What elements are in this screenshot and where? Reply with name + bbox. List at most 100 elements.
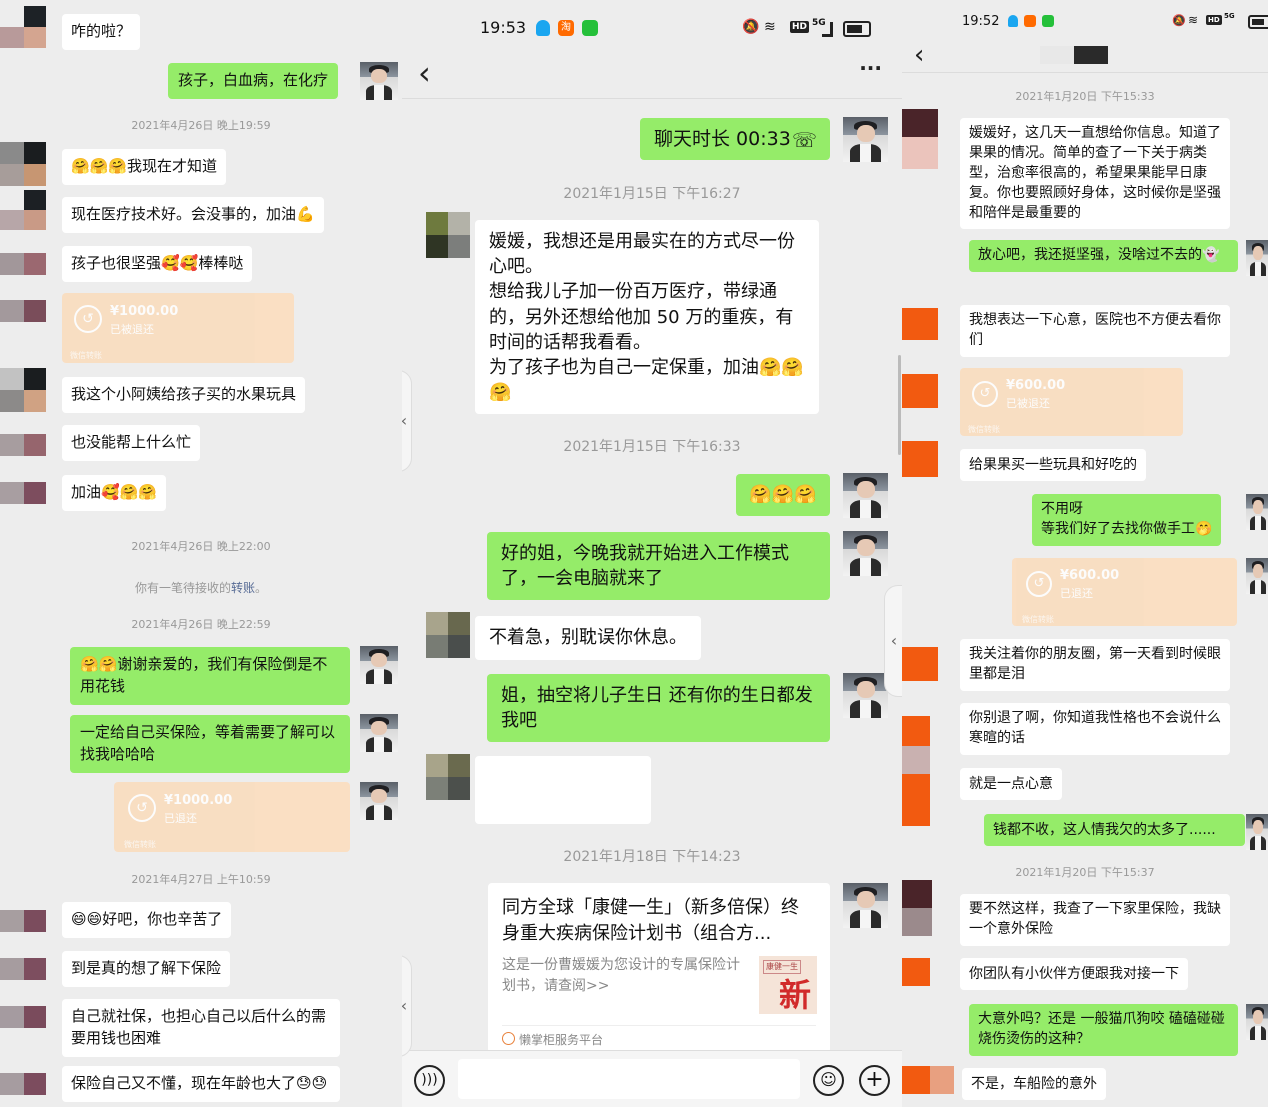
plus-icon[interactable]: + bbox=[859, 1065, 890, 1096]
message-bubble[interactable]: 姐，抽空将儿子生日 还有你的生日都发我吧 bbox=[487, 674, 830, 743]
contact-avatar[interactable] bbox=[902, 1066, 954, 1094]
transfer-card[interactable]: ↺ ¥1000.00 已退还 微信转账 bbox=[114, 782, 350, 852]
qq-icon bbox=[1008, 15, 1018, 27]
message-bubble[interactable]: 就是一点心意 bbox=[960, 768, 1062, 801]
contact-avatar[interactable] bbox=[902, 109, 938, 169]
my-avatar[interactable] bbox=[843, 117, 888, 162]
contact-avatar[interactable] bbox=[0, 190, 46, 230]
my-avatar[interactable] bbox=[843, 473, 888, 518]
transfer-amount: ¥600.00 bbox=[1006, 378, 1066, 393]
message-bubble[interactable]: 🤗🤗🤗 bbox=[736, 474, 830, 516]
message-bubble[interactable]: 也没能帮上什么忙 bbox=[62, 425, 201, 461]
message-bubble[interactable]: 我想表达一下心意，医院也不方便去看你们 bbox=[960, 305, 1230, 357]
contact-avatar[interactable] bbox=[0, 482, 46, 504]
transfer-status: 已退还 bbox=[164, 812, 197, 825]
contact-avatar[interactable] bbox=[0, 1073, 46, 1095]
message-bubble[interactable]: 好的姐，今晚我就开始进入工作模式了，一会电脑就来了 bbox=[487, 532, 830, 601]
my-avatar[interactable] bbox=[843, 531, 888, 576]
contact-avatar[interactable] bbox=[0, 1006, 46, 1028]
emoji-icon[interactable]: ☺ bbox=[813, 1065, 844, 1096]
message-bubble[interactable]: 一定给自己买保险，等着需要了解可以找我哈哈哈 bbox=[70, 715, 350, 773]
my-avatar[interactable] bbox=[1246, 558, 1268, 594]
contact-avatar[interactable] bbox=[426, 612, 470, 658]
my-avatar[interactable] bbox=[1246, 1004, 1268, 1040]
left-chat-panel: 咋的啦？ 孩子，白血病，在化疗 2021年4月26日 晚上19:59 🤗🤗🤗我现… bbox=[0, 0, 402, 1107]
wechat-icon bbox=[582, 20, 598, 36]
message-bubble[interactable]: 现在医疗技术好。会没事的，加油💪 bbox=[62, 197, 324, 233]
my-avatar[interactable] bbox=[360, 714, 398, 752]
message-bubble[interactable]: 🤗🤗🤗我现在才知道 bbox=[62, 149, 227, 185]
my-avatar[interactable] bbox=[360, 782, 398, 820]
my-avatar[interactable] bbox=[1246, 814, 1268, 850]
message-bubble[interactable]: 媛媛，我想还是用最实在的方式尽一份心吧。 想给我儿子加一份百万医疗，带绿通的，另… bbox=[475, 220, 819, 415]
message-bubble[interactable]: 我关注着你的朋友圈，第一天看到时候眼里都是泪 bbox=[960, 639, 1230, 691]
contact-avatar[interactable] bbox=[0, 434, 46, 456]
message-bubble[interactable]: 你别退了啊，你知道我性格也不会说什么寒暄的话 bbox=[960, 703, 1230, 755]
scrollbar[interactable] bbox=[898, 355, 901, 455]
message-bubble[interactable]: 我这个小阿姨给孩子买的水果玩具 bbox=[62, 377, 306, 413]
message-bubble[interactable]: 自己就社保，也担心自己以后什么的需要用钱也困难 bbox=[62, 999, 340, 1057]
my-avatar[interactable] bbox=[360, 646, 398, 684]
message-bubble[interactable]: 😄😄好吧，你也辛苦了 bbox=[62, 902, 232, 938]
status-bar: 19:53 淘 🔕 ≋ HD 5G bbox=[402, 0, 902, 50]
back-button[interactable]: ‹ bbox=[914, 40, 924, 70]
contact-avatar[interactable] bbox=[0, 300, 46, 322]
contact-avatar[interactable] bbox=[0, 253, 46, 275]
my-avatar[interactable] bbox=[1246, 240, 1268, 276]
message-bubble[interactable]: 钱都不收，这人情我欠的太多了...... bbox=[984, 814, 1245, 847]
message-bubble[interactable]: 孩子，白血病，在化疗 bbox=[168, 63, 339, 99]
transfer-link[interactable]: 转账 bbox=[231, 581, 255, 595]
contact-avatar[interactable] bbox=[902, 958, 930, 986]
contact-avatar[interactable] bbox=[902, 880, 932, 936]
contact-avatar[interactable] bbox=[902, 308, 938, 340]
contact-avatar[interactable] bbox=[902, 647, 938, 681]
voice-icon[interactable]: ))) bbox=[414, 1065, 445, 1096]
network-label: 5G bbox=[1224, 12, 1235, 20]
return-icon: ↺ bbox=[74, 305, 102, 333]
message-bubble[interactable]: 加油🥰🤗🤗 bbox=[62, 475, 167, 511]
message-bubble[interactable]: 咋的啦？ bbox=[62, 14, 141, 50]
message-bubble[interactable]: 你团队有小伙伴方便跟我对接一下 bbox=[960, 958, 1188, 991]
my-avatar[interactable] bbox=[843, 883, 888, 928]
contact-avatar[interactable] bbox=[0, 142, 46, 186]
contact-avatar[interactable] bbox=[0, 6, 46, 48]
call-duration-bubble[interactable]: 聊天时长 00:33 ☏ bbox=[640, 118, 830, 160]
message-bubble[interactable]: 媛媛好，这几天一直想给你信息。知道了果果的情况。简单的查了一下关于病类型，治愈率… bbox=[960, 118, 1230, 230]
more-button[interactable]: ··· bbox=[859, 56, 882, 80]
message-bubble[interactable]: 不着急，别耽误你休息。 bbox=[475, 616, 701, 661]
message-bubble[interactable]: 保险自己又不懂，现在年龄也大了😓😓 bbox=[62, 1066, 340, 1102]
contact-avatar[interactable] bbox=[902, 374, 938, 408]
message-bubble[interactable]: 给果果买一些玩具和好吃的 bbox=[960, 449, 1146, 482]
message-bubble[interactable] bbox=[475, 756, 651, 824]
contact-avatar[interactable] bbox=[902, 716, 930, 826]
message-bubble[interactable]: 大意外吗？还是 一般猫爪狗咬 磕磕碰碰 烧伤烫伤的这种？ bbox=[969, 1004, 1238, 1056]
back-button[interactable]: ‹ bbox=[418, 54, 431, 92]
contact-avatar[interactable] bbox=[426, 754, 470, 800]
share-card[interactable]: 同方全球「康健一生」（新多倍保）终身重大疾病保险计划书（组合方... 这是一份曹… bbox=[488, 883, 830, 1053]
transfer-status: 已退还 bbox=[1060, 587, 1093, 600]
collapse-handle[interactable]: ‹ bbox=[402, 955, 412, 1057]
collapse-handle[interactable]: ‹ bbox=[884, 585, 902, 697]
message-bubble[interactable]: 不用呀 等我们好了去找你做手工🤭 bbox=[1032, 494, 1222, 546]
contact-avatar[interactable] bbox=[426, 212, 470, 258]
transfer-card[interactable]: ↺ ¥1000.00 已被退还 微信转账 bbox=[62, 293, 294, 363]
message-bubble[interactable]: 不是，车船险的意外 bbox=[962, 1068, 1106, 1101]
timestamp: 2021年4月26日 晚上22:59 bbox=[131, 618, 271, 631]
message-bubble[interactable]: 孩子也很坚强🥰🥰棒棒哒 bbox=[62, 246, 253, 282]
message-bubble[interactable]: 到是真的想了解下保险 bbox=[62, 951, 231, 987]
transfer-card[interactable]: ↺ ¥600.00 已被退还 微信转账 bbox=[960, 368, 1183, 436]
my-avatar[interactable] bbox=[843, 673, 888, 718]
message-input[interactable] bbox=[458, 1059, 800, 1099]
message-bubble[interactable]: 放心吧，我还挺坚强，没啥过不去的👻 bbox=[969, 240, 1238, 272]
contact-avatar[interactable] bbox=[0, 910, 46, 932]
message-bubble[interactable]: 🤗🤗谢谢亲爱的，我们有保险倒是不用花钱 bbox=[70, 647, 350, 705]
collapse-handle[interactable]: ‹ bbox=[402, 370, 412, 472]
my-avatar[interactable] bbox=[360, 62, 398, 100]
transfer-card[interactable]: ↺ ¥600.00 已退还 微信转账 bbox=[1012, 558, 1237, 626]
message-bubble[interactable]: 要不然这样，我查了一下家里保险，我缺一个意外保险 bbox=[960, 894, 1230, 946]
contact-avatar[interactable] bbox=[0, 368, 46, 412]
my-avatar[interactable] bbox=[1246, 494, 1268, 530]
contact-avatar[interactable] bbox=[0, 958, 46, 980]
clock: 19:52 bbox=[962, 14, 1000, 29]
contact-avatar[interactable] bbox=[902, 441, 938, 477]
